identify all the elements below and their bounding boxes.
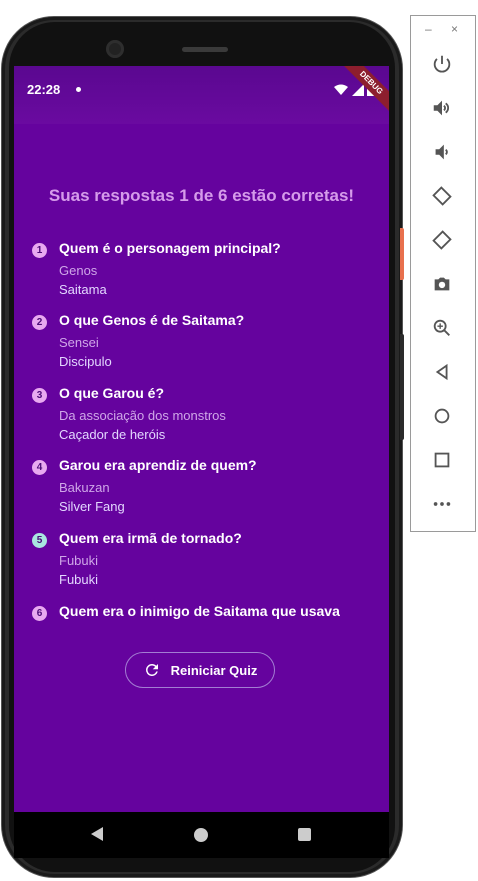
nav-back-icon[interactable]	[91, 827, 103, 841]
rotate-right-icon[interactable]	[427, 225, 457, 255]
question-number-badge: 3	[32, 388, 47, 403]
nav-recents-icon[interactable]	[298, 828, 311, 841]
camera-icon[interactable]	[427, 269, 457, 299]
correct-answer: Silver Fang	[59, 499, 125, 514]
notification-dot	[76, 87, 81, 92]
user-answer: Sensei	[59, 335, 99, 350]
question-text: Quem era irmã de tornado?	[59, 530, 242, 546]
user-answer: Genos	[59, 263, 98, 278]
volume-down-icon[interactable]	[427, 137, 457, 167]
question-number-badge: 1	[32, 243, 47, 258]
correct-answer: Fubuki	[59, 572, 99, 587]
status-time: 22:28	[27, 82, 61, 97]
rotate-left-icon[interactable]	[427, 181, 457, 211]
overview-icon[interactable]	[427, 445, 457, 475]
user-answer: Da associação dos monstros	[59, 408, 226, 423]
emulator-toolbar: – ×	[410, 15, 476, 532]
refresh-icon	[145, 664, 158, 676]
question-number-badge: 4	[32, 460, 47, 475]
side-volume-button[interactable]	[400, 334, 404, 440]
restart-quiz-label: Reiniciar Quiz	[170, 662, 258, 678]
home-icon[interactable]	[427, 401, 457, 431]
volume-up-icon[interactable]	[427, 93, 457, 123]
question-number-badge: 5	[32, 533, 47, 548]
close-button[interactable]: ×	[451, 22, 458, 36]
side-power-button[interactable]	[400, 228, 404, 280]
question-text: Quem é o personagem principal?	[59, 240, 281, 256]
front-camera	[106, 40, 124, 58]
question-text: Garou era aprendiz de quem?	[59, 457, 257, 473]
emulator-window-controls: – ×	[411, 20, 475, 40]
status-bar: 22:28 DEBUG	[14, 66, 389, 124]
zoom-icon[interactable]	[427, 313, 457, 343]
nav-home-icon[interactable]	[194, 828, 208, 842]
android-nav-bar	[14, 812, 389, 858]
restart-quiz-button[interactable]: Reiniciar Quiz	[125, 652, 275, 688]
quiz-results: Suas respostas 1 de 6 estão corretas! 1Q…	[14, 124, 389, 812]
question-text: O que Garou é?	[59, 385, 165, 401]
correct-answer: Caçador de heróis	[59, 427, 166, 442]
app-screen: 22:28 DEBUG Suas respostas 1 de 6 estão …	[14, 66, 389, 812]
user-answer: Bakuzan	[59, 480, 110, 495]
result-title: Suas respostas 1 de 6 estão corretas!	[48, 186, 355, 205]
correct-answer: Saitama	[59, 282, 107, 297]
question-number-badge: 2	[32, 315, 47, 330]
power-icon[interactable]	[427, 49, 457, 79]
wifi-icon	[334, 84, 349, 95]
question-text: Quem era o inimigo de Saitama que usava	[59, 603, 340, 619]
minimize-button[interactable]: –	[425, 22, 432, 36]
question-number-badge: 6	[32, 606, 47, 621]
user-answer: Fubuki	[59, 553, 99, 568]
back-icon[interactable]	[427, 357, 457, 387]
more-icon[interactable]	[427, 489, 457, 519]
signal-icon	[351, 83, 364, 96]
question-text: O que Genos é de Saitama?	[59, 312, 245, 328]
correct-answer: Discipulo	[59, 354, 112, 369]
earpiece-speaker	[182, 47, 228, 52]
